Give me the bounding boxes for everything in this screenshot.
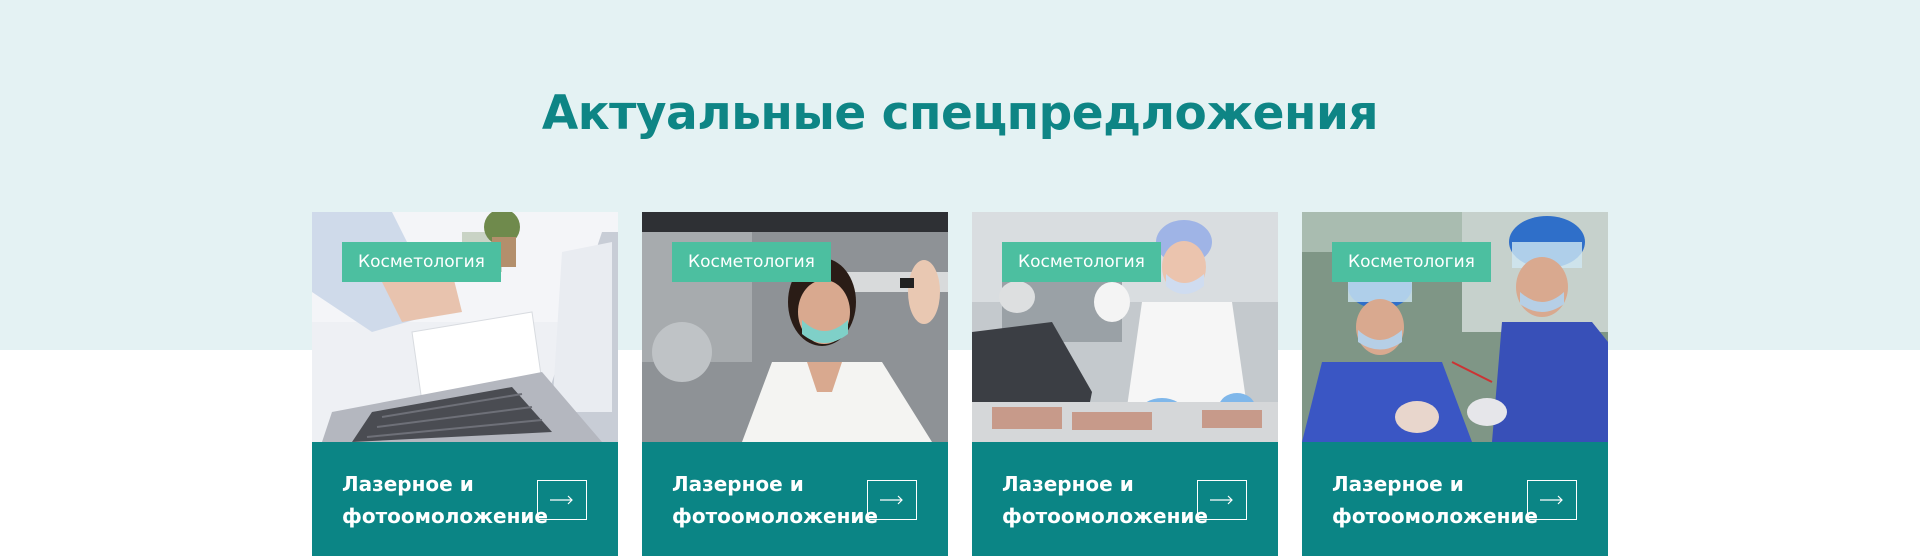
offer-image-lab-doctor: Косметология: [642, 212, 948, 442]
arrow-right-icon: [550, 495, 573, 505]
card-title[interactable]: Лазерное и фотоомоложение: [1332, 468, 1538, 532]
arrow-right-icon: [880, 495, 903, 505]
category-badge[interactable]: Косметология: [342, 242, 501, 282]
card-arrow-button[interactable]: [537, 480, 587, 520]
offer-card[interactable]: Косметология Лазерное и фотоомоложение: [642, 212, 948, 556]
card-arrow-button[interactable]: [1197, 480, 1247, 520]
offer-image-lab-technicians: Косметология: [972, 212, 1278, 442]
arrow-right-icon: [1540, 495, 1563, 505]
card-footer: Лазерное и фотоомоложение: [312, 442, 618, 556]
offer-card[interactable]: Косметология Лазерное и фотоомоложение: [1302, 212, 1608, 556]
card-title[interactable]: Лазерное и фотоомоложение: [342, 468, 548, 532]
offer-card[interactable]: Косметология Лазерное и фотоомоложение: [312, 212, 618, 556]
card-title[interactable]: Лазерное и фотоомоложение: [1002, 468, 1208, 532]
card-footer: Лазерное и фотоомоложение: [642, 442, 948, 556]
card-arrow-button[interactable]: [1527, 480, 1577, 520]
category-badge[interactable]: Косметология: [672, 242, 831, 282]
arrow-right-icon: [1210, 495, 1233, 505]
card-footer: Лазерное и фотоомоложение: [972, 442, 1278, 556]
offer-card[interactable]: Косметология Лазерное и фотоомоложение: [972, 212, 1278, 556]
offer-image-laptop: Косметология: [312, 212, 618, 442]
offer-image-dental-procedure: Косметология: [1302, 212, 1608, 442]
card-title[interactable]: Лазерное и фотоомоложение: [672, 468, 878, 532]
card-footer: Лазерное и фотоомоложение: [1302, 442, 1608, 556]
card-arrow-button[interactable]: [867, 480, 917, 520]
category-badge[interactable]: Косметология: [1002, 242, 1161, 282]
offers-list: Косметология Лазерное и фотоомоложение К…: [312, 212, 1608, 556]
category-badge[interactable]: Косметология: [1332, 242, 1491, 282]
section-title: Актуальные спецпредложения: [541, 86, 1379, 141]
